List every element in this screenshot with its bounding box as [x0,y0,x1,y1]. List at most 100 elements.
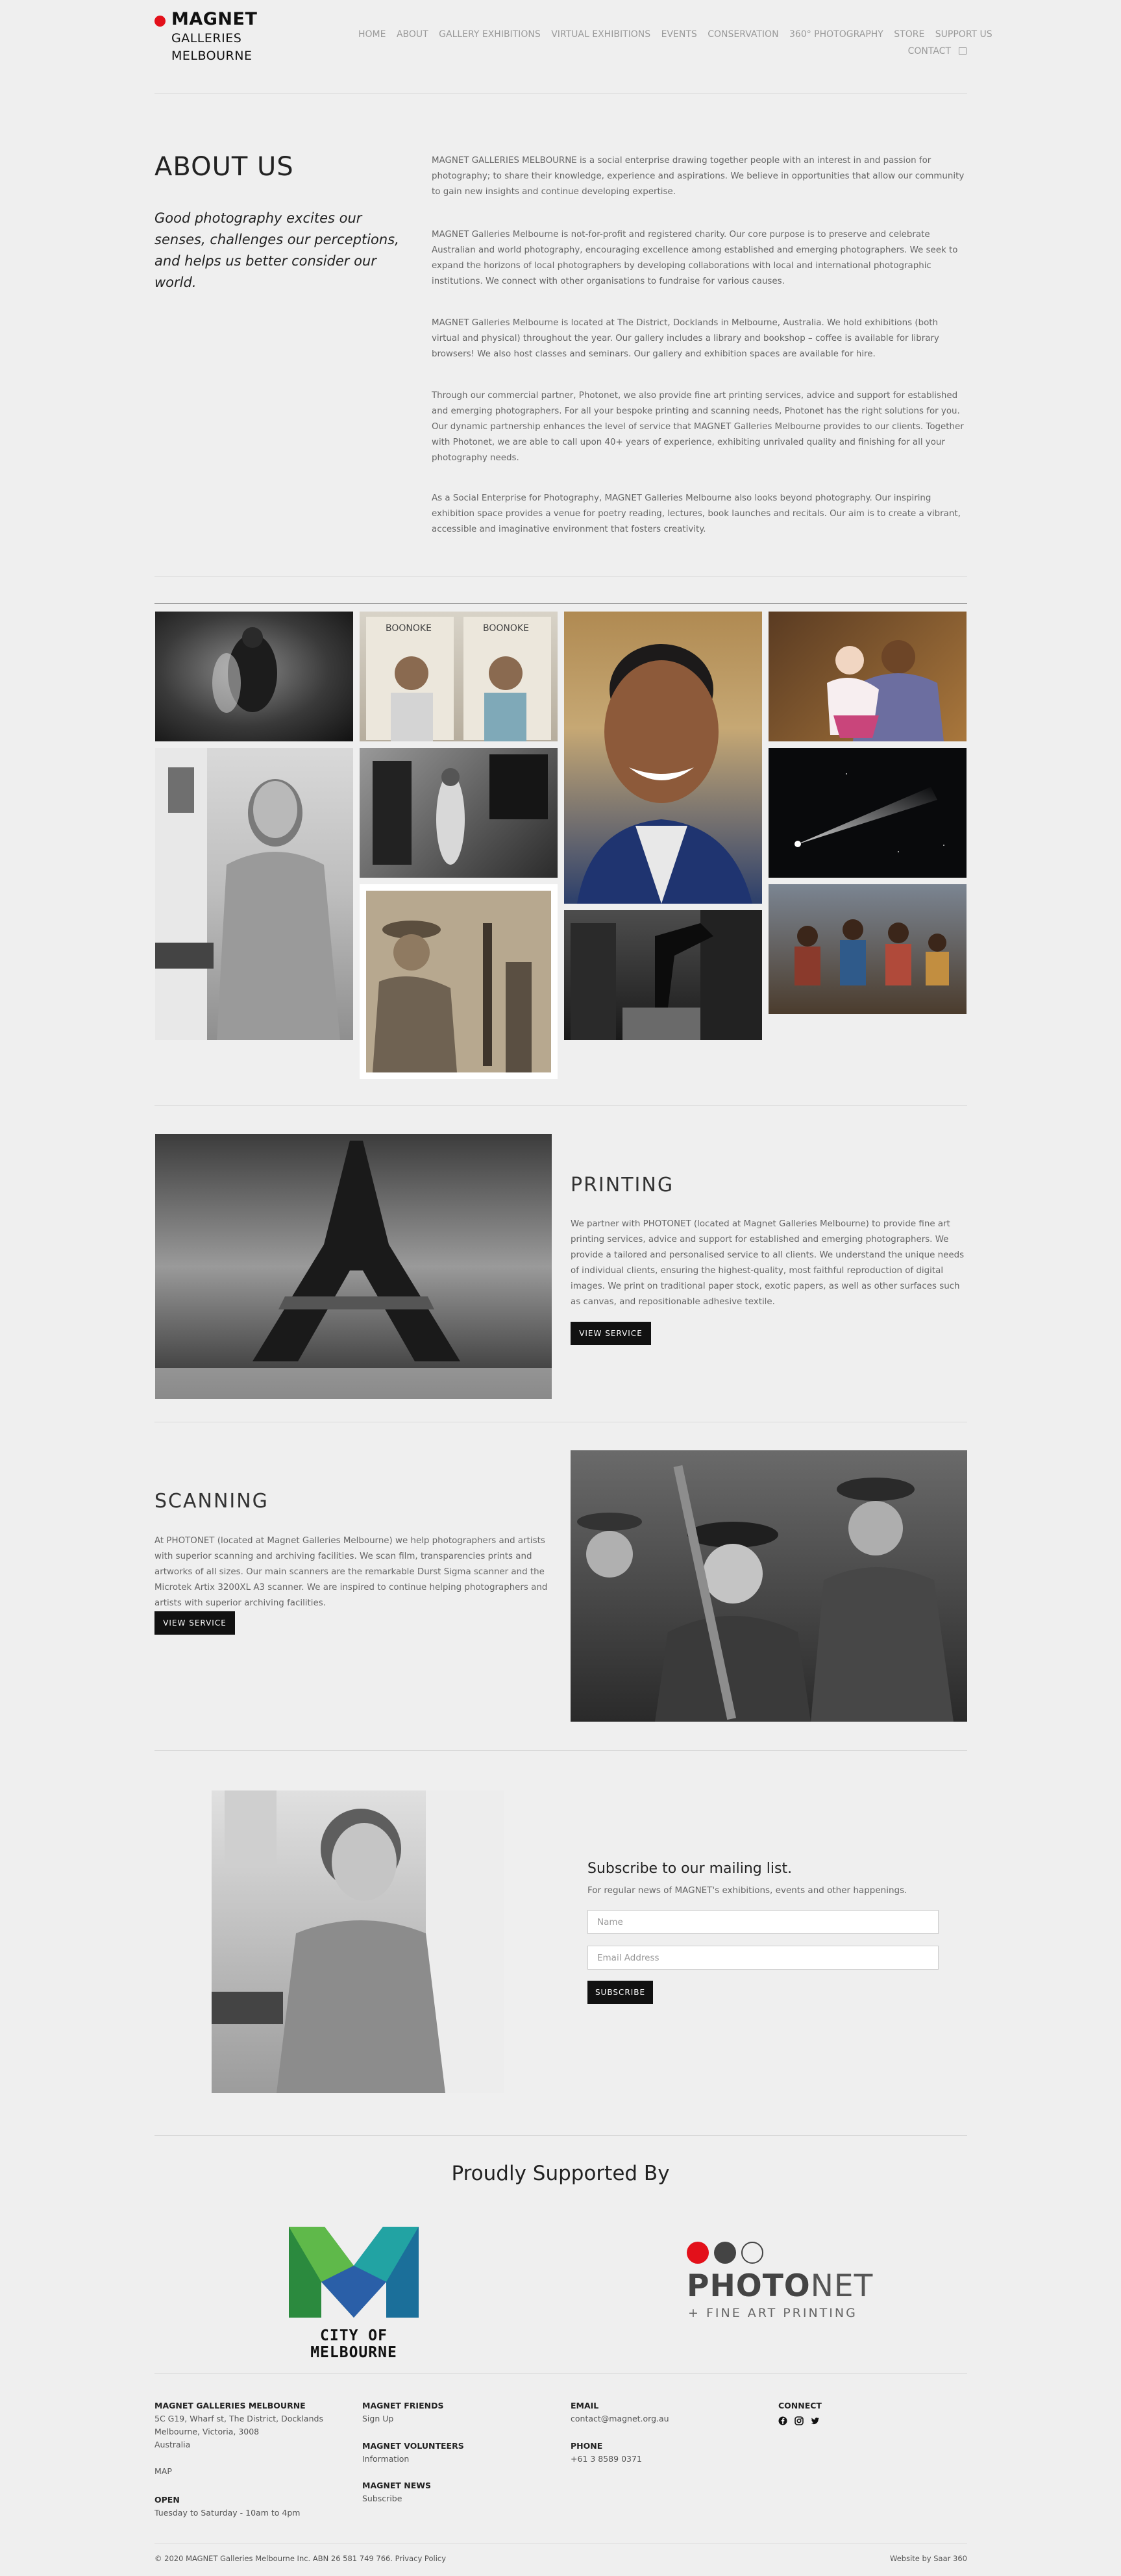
instagram-icon[interactable] [795,2416,804,2425]
photonet-red-circle-icon [687,2242,709,2264]
section-divider [154,1105,967,1106]
printing-title: PRINTING [571,1174,674,1196]
nav-contact[interactable]: CONTACT [908,46,951,56]
about-paragraph: MAGNET Galleries Melbourne is not-for-pr… [432,230,958,286]
city-of-melbourne-m-icon [289,2227,419,2318]
nav-gallery-exhibitions[interactable]: GALLERY EXHIBITIONS [439,29,541,40]
footer-divider [154,2373,967,2374]
gallery-photo-acrobat[interactable] [564,910,762,1040]
photo-art [212,627,277,713]
photonet-dark-circle-icon [714,2242,736,2264]
photonet-logo-rest: NET [810,2268,874,2304]
social-icons [778,2414,824,2426]
logo-line-galleries: GALLERIES [171,31,242,45]
header-divider [154,93,967,94]
about-paragraph: As a Social Enterprise for Photography, … [432,493,961,534]
nav-conservation[interactable]: CONSERVATION [708,29,778,40]
subscribe-title: Subscribe to our mailing list. [587,1861,793,1877]
twitter-icon[interactable] [811,2416,820,2425]
nav-about[interactable]: ABOUT [397,29,428,40]
section-divider [154,576,967,577]
scanning-text: At PHOTONET (located at Magnet Galleries… [154,1536,548,1608]
subscribe-photo-portrait [212,1790,504,2093]
photo-art [577,1465,954,1722]
gallery-photo-smiling-man[interactable] [564,612,762,904]
nav-store[interactable]: STORE [894,29,924,40]
footer-address-1: 5C G19, Wharf st, The District, Dockland… [154,2414,323,2423]
page-title: ABOUT US [154,152,294,182]
photo-art [571,910,762,1040]
footer-credit[interactable]: Website by Saar 360 [837,2552,967,2565]
cart-icon[interactable] [959,47,967,55]
footer-volunteers-link[interactable]: Information [362,2453,409,2466]
logo-dot[interactable] [154,16,166,27]
footer-map-link[interactable]: MAP [154,2465,172,2478]
photo-art: BOONOKE BOONOKE [366,617,551,741]
nav-support-us[interactable]: SUPPORT US [935,29,992,40]
about-paragraph: Through our commercial partner, Photonet… [432,391,964,463]
gallery-photo-two-men[interactable]: BOONOKE BOONOKE [360,612,558,741]
photonet-logo-bold: PHOTO [687,2268,811,2304]
photo-art [577,644,752,904]
photonet-outline-circle-icon [741,2242,763,2264]
gallery-photo-man-hat[interactable] [360,884,558,1079]
scanning-photo-veterans [571,1450,967,1722]
gallery-photo-portrait-man[interactable] [155,748,353,1040]
printing-view-service-button[interactable]: VIEW SERVICE [571,1322,651,1345]
about-paragraph: MAGNET GALLERIES MELBOURNE is a social e… [432,156,965,197]
footer-friends-link[interactable]: Sign Up [362,2412,393,2425]
gallery-photo-sport[interactable] [155,612,353,741]
nav-home[interactable]: HOME [358,29,386,40]
nav-virtual-exhibitions[interactable]: VIRTUAL EXHIBITIONS [551,29,650,40]
subscribe-name-input[interactable] [587,1910,939,1934]
logo-text-galleries[interactable]: GALLERIES MELBOURNE [171,30,252,65]
footer-email-link[interactable]: contact@magnet.org.au [571,2412,669,2425]
photonet-logo[interactable]: PHOTONET [687,2268,873,2304]
main-nav: HOME ABOUT GALLERY EXHIBITIONS VIRTUAL E… [351,29,992,40]
photo-art [373,754,548,865]
printing-text: We partner with PHOTONET (located at Mag… [571,1219,965,1307]
subscribe-description: For regular news of MAGNET's exhibitions… [587,1885,907,1896]
footer-open-hours: Tuesday to Saturday - 10am to 4pm [154,2508,301,2518]
city-of-melbourne-logo[interactable] [286,2220,422,2324]
gallery-photo-comet[interactable] [769,748,967,878]
scanning-title: SCANNING [154,1490,269,1513]
gallery-photo-film-set[interactable] [360,748,558,878]
nav-events[interactable]: EVENTS [661,29,697,40]
facebook-icon[interactable] [778,2416,787,2425]
nav-360-photography[interactable]: 360° PHOTOGRAPHY [789,29,883,40]
about-paragraph: MAGNET Galleries Melbourne is located at… [432,318,939,359]
subscribe-button[interactable]: SUBSCRIBE [587,1981,653,2004]
sponsors-title: Proudly Supported By [451,2162,670,2185]
section-divider [154,2135,967,2136]
scanning-view-service-button[interactable]: VIEW SERVICE [154,1611,235,1635]
footer-friends-title: MAGNET FRIENDS [362,2401,444,2410]
photo-art [795,919,949,985]
footer-news-title: MAGNET NEWS [362,2481,432,2490]
footer-phone-title: PHONE [571,2441,603,2451]
footer-org-title: MAGNET GALLERIES MELBOURNE [154,2401,306,2410]
photo-art [827,640,944,741]
footer-volunteers-title: MAGNET VOLUNTEERS [362,2441,464,2451]
photo-art [366,891,551,1072]
photo-art [212,1790,504,2093]
gallery-top-rule [154,603,967,604]
photonet-subtitle: + FINE ART PRINTING [688,2306,857,2320]
main-nav-row2: CONTACT [870,46,967,56]
footer-address-2: Melbourne, Victoria, 3008 [154,2427,260,2436]
subscribe-email-input[interactable] [587,1946,939,1970]
about-tagline: Good photography excites our senses, cha… [154,210,399,290]
logo-text-magnet[interactable]: MAGNET [171,9,257,29]
footer-news-link[interactable]: Subscribe [362,2492,402,2505]
section-divider [154,1750,967,1751]
photo-art [155,1141,552,1399]
footer-connect-title: CONNECT [778,2401,822,2410]
gallery-photo-family[interactable] [769,884,967,1014]
footer-address-3: Australia [154,2440,191,2449]
footer-copyright: © 2020 MAGNET Galleries Melbourne Inc. A… [154,2554,447,2563]
city-of-melbourne-label: CITY OF MELBOURNE [310,2327,397,2361]
footer-phone[interactable]: +61 3 8589 0371 [571,2453,642,2466]
photo-art [155,748,340,1040]
footer-email-title: EMAIL [571,2401,599,2410]
gallery-photo-mother-baby[interactable] [769,612,967,741]
